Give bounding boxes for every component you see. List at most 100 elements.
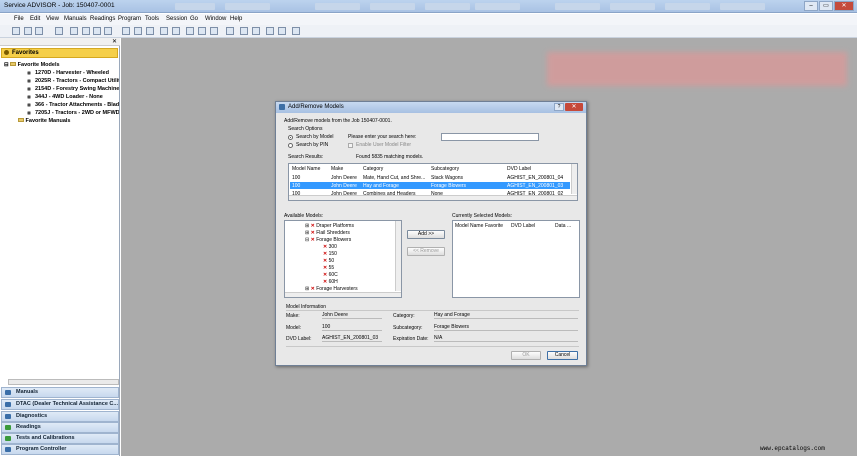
table-row[interactable]: 100 John Deere Mate, Hand Cut, and Shre.…	[290, 174, 570, 181]
horizontal-scrollbar[interactable]	[285, 292, 401, 297]
model-remove-icon[interactable]	[146, 27, 154, 35]
print-icon[interactable]	[104, 27, 112, 35]
column-header[interactable]: Make	[331, 166, 343, 172]
nav-readings[interactable]: Readings	[1, 422, 119, 433]
vertical-scrollbar[interactable]	[395, 221, 401, 291]
paste-icon[interactable]	[93, 27, 101, 35]
column-header[interactable]: DVD Label	[507, 166, 531, 172]
cancel-button[interactable]: Cancel	[547, 351, 578, 360]
favorite-model-item[interactable]: 1270D - Harvester - Wheeled	[35, 70, 109, 76]
open-icon[interactable]	[35, 27, 43, 35]
nav-dtac[interactable]: DTAC (Dealer Technical Assistance C...	[1, 399, 119, 410]
column-header[interactable]: Favorite	[485, 223, 503, 229]
search-results-table[interactable]: Model Name Make Category Subcategory DVD…	[288, 163, 578, 201]
vertical-scrollbar[interactable]	[571, 164, 577, 194]
menu-window[interactable]: Window	[205, 16, 226, 22]
column-header[interactable]: Data ...	[555, 223, 571, 229]
favorite-manuals-node[interactable]: Favorite Manuals	[18, 118, 70, 124]
tree-leaf[interactable]: ✕ 60H	[323, 279, 338, 285]
menu-tools[interactable]: Tools	[145, 16, 159, 22]
cut-icon[interactable]	[70, 27, 78, 35]
minimize-icon[interactable]: –	[804, 1, 818, 11]
blurred-tab[interactable]	[610, 3, 655, 10]
email-icon[interactable]	[160, 27, 168, 35]
window-icon[interactable]	[278, 27, 286, 35]
horizontal-scrollbar[interactable]	[289, 195, 577, 200]
column-header[interactable]: Subcategory	[431, 166, 459, 172]
nav-tests-calibrations[interactable]: Tests and Calibrations	[1, 433, 119, 444]
menu-file[interactable]: File	[14, 16, 24, 22]
nav-manuals[interactable]: Manuals	[1, 387, 119, 398]
copy-icon[interactable]	[82, 27, 90, 35]
menu-manuals[interactable]: Manuals	[64, 16, 87, 22]
blurred-tab[interactable]	[370, 3, 415, 10]
favorite-model-item[interactable]: 7205J - Tractors - 2WD or MFWD	[35, 110, 119, 116]
favorite-model-item[interactable]: 2025R - Tractors - Compact Utility	[35, 78, 119, 84]
model-icon[interactable]	[122, 27, 130, 35]
panel-close-icon[interactable]: ✕	[112, 38, 117, 45]
column-header[interactable]: DVD Label	[511, 223, 535, 229]
settings-icon[interactable]	[252, 27, 260, 35]
selected-models-table[interactable]: Model Name Favorite DVD Label Data ...	[452, 220, 580, 298]
refresh-icon[interactable]	[210, 27, 218, 35]
favorite-model-item[interactable]: 2154D - Forestry Swing Machine	[35, 86, 119, 92]
tree-node[interactable]: ⊟ ✕ Forage Blowers	[305, 237, 351, 243]
new-job-icon[interactable]	[12, 27, 20, 35]
blurred-tab[interactable]	[665, 3, 710, 10]
chart-icon[interactable]	[266, 27, 274, 35]
menu-help[interactable]: Help	[230, 16, 242, 22]
favorite-models-node[interactable]: ⊟ Favorite Models	[4, 62, 60, 68]
ok-button[interactable]: OK	[511, 351, 541, 360]
favorite-model-item[interactable]: 344J - 4WD Loader - None	[35, 94, 103, 100]
column-header[interactable]: Model Name	[292, 166, 320, 172]
available-models-tree[interactable]: ⊞ ✕ Draper Platforms ⊞ ✕ Flail Shredders…	[284, 220, 402, 298]
blurred-tab[interactable]	[175, 3, 215, 10]
close-icon[interactable]: ✕	[834, 1, 854, 11]
blurred-tab[interactable]	[315, 3, 360, 10]
pin-icon[interactable]	[226, 27, 234, 35]
flask-icon[interactable]	[240, 27, 248, 35]
table-row-selected[interactable]: 100 John Deere Hay and Forage Forage Blo…	[290, 182, 570, 189]
back-icon[interactable]	[186, 27, 194, 35]
home-icon[interactable]	[172, 27, 180, 35]
remove-button[interactable]: << Remove	[407, 247, 445, 256]
column-header[interactable]: Category	[363, 166, 383, 172]
tree-node[interactable]: ⊞ ✕ Flail Shredders	[305, 230, 350, 236]
blurred-tab[interactable]	[720, 3, 765, 10]
tree-leaf[interactable]: ✕ 60C	[323, 272, 338, 278]
horizontal-scrollbar[interactable]	[8, 379, 119, 385]
menu-view[interactable]: View	[46, 16, 59, 22]
tree-leaf[interactable]: ✕ 150	[323, 251, 337, 257]
add-button[interactable]: Add >>	[407, 230, 445, 239]
menu-edit[interactable]: Edit	[30, 16, 40, 22]
enable-filter-checkbox[interactable]	[348, 143, 353, 148]
favorites-header[interactable]: Favorites	[1, 48, 118, 58]
help-pointer-icon[interactable]	[292, 27, 300, 35]
menu-session[interactable]: Session	[166, 16, 187, 22]
tree-node[interactable]: ⊞ ✕ Draper Platforms	[305, 223, 354, 229]
search-by-pin-radio[interactable]	[288, 143, 293, 148]
blurred-tab[interactable]	[475, 3, 520, 10]
tree-leaf[interactable]: ✕ 55	[323, 265, 334, 271]
menu-readings[interactable]: Readings	[90, 16, 115, 22]
model-add-icon[interactable]	[134, 27, 142, 35]
menu-program[interactable]: Program	[118, 16, 141, 22]
dialog-title-bar[interactable]: Add/Remove Models ? ✕	[276, 102, 586, 113]
nav-program-controller[interactable]: Program Controller	[1, 444, 119, 455]
help-icon[interactable]: ?	[554, 103, 564, 111]
blurred-tab[interactable]	[555, 3, 600, 10]
column-header[interactable]: Model Name	[455, 223, 483, 229]
new-icon[interactable]	[24, 27, 32, 35]
search-by-model-radio[interactable]	[288, 135, 293, 140]
maximize-icon[interactable]: ▭	[819, 1, 833, 11]
dialog-close-icon[interactable]: ✕	[565, 103, 583, 111]
forward-icon[interactable]	[198, 27, 206, 35]
tree-leaf[interactable]: ✕ 50	[323, 258, 334, 264]
blurred-tab[interactable]	[425, 3, 470, 10]
search-input[interactable]	[441, 133, 539, 141]
tree-leaf[interactable]: ✕ 300	[323, 244, 337, 250]
nav-diagnostics[interactable]: Diagnostics	[1, 411, 119, 422]
blurred-tab[interactable]	[225, 3, 270, 10]
favorite-model-item[interactable]: 366 - Tractor Attachments - Blade	[35, 102, 119, 108]
menu-go[interactable]: Go	[190, 16, 198, 22]
